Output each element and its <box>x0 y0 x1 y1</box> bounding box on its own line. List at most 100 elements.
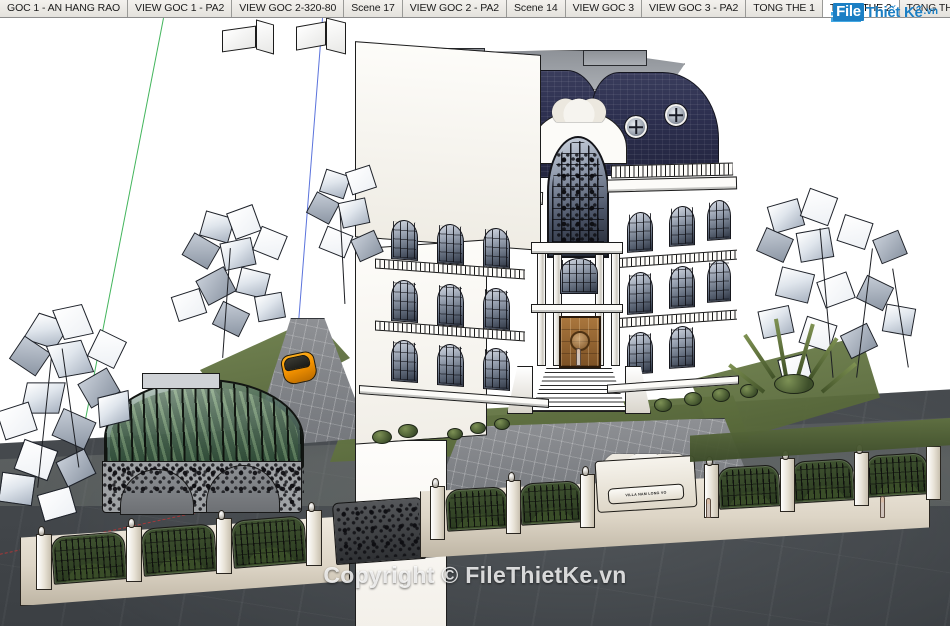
barrel-vault-roof <box>104 379 304 471</box>
pier-finial <box>128 518 135 528</box>
window <box>391 219 418 261</box>
scene-tab[interactable]: Scene 14 <box>507 0 566 17</box>
fence-panel <box>864 452 930 498</box>
human-scale-figure <box>706 498 711 518</box>
pier-finial <box>508 472 515 482</box>
fence-ironwork <box>447 489 507 529</box>
fence-panel <box>230 515 308 569</box>
fence-ironwork <box>867 455 927 495</box>
main-cornice <box>606 176 738 193</box>
pier-finial <box>432 478 439 488</box>
window <box>437 283 464 327</box>
window-mullions <box>439 225 462 263</box>
scene-tab[interactable]: Scene 17 <box>344 0 403 17</box>
vault-ridge-truss <box>142 373 220 389</box>
scene-tab-label: Scene 14 <box>514 2 558 15</box>
grand-arched-window <box>547 136 609 258</box>
wall-pier <box>926 446 941 500</box>
human-scale-figure <box>880 496 885 518</box>
window <box>437 223 464 265</box>
fence-ironwork <box>233 518 305 566</box>
shrub <box>447 428 463 440</box>
window-mullions <box>485 229 508 267</box>
shrub <box>654 398 672 412</box>
scene-tab-label: VIEW GOC 2 - PA2 <box>409 2 500 15</box>
scene-tab[interactable]: TONG THE 1 <box>746 0 823 17</box>
fence-panel <box>518 480 584 526</box>
fence-panel <box>790 458 856 504</box>
scene-tab-label: VIEW GOC 1 - PA2 <box>135 2 225 15</box>
window-mullions <box>629 273 651 313</box>
roof-parapet-right <box>583 50 647 66</box>
scene-tab[interactable]: VIEW GOC 3 - PA2 <box>642 0 747 17</box>
wall-pier <box>854 452 869 506</box>
window-mullions <box>439 285 462 325</box>
window <box>483 287 510 331</box>
facade-left-wing <box>355 41 541 251</box>
window-mullions <box>562 260 596 292</box>
oculus-window <box>664 103 688 127</box>
shrub <box>712 388 730 402</box>
scene-tab-label: GOC 1 - AN HANG RAO <box>7 2 121 15</box>
wrought-iron-grille <box>557 152 599 248</box>
gate-ironwork-ornament <box>336 501 422 561</box>
main-villa-building <box>355 41 745 626</box>
pier-finial <box>582 466 589 476</box>
window-mullions <box>671 207 693 245</box>
window-mullions <box>709 261 729 301</box>
shrub <box>740 384 758 398</box>
stray-component-d <box>326 18 346 55</box>
window-mullions <box>671 327 693 367</box>
shrub <box>372 430 392 444</box>
scene-tab[interactable]: VIEW GOC 2 - PA2 <box>402 0 508 17</box>
shrub <box>470 422 486 434</box>
window-mullions <box>393 281 416 321</box>
scene-tab-bar[interactable]: GOC 1 - AN HANG RAO VIEW GOC 1 - PA2 VIE… <box>0 0 950 18</box>
fence-ironwork <box>793 461 853 501</box>
center-fanlight-window <box>560 258 598 294</box>
window <box>627 211 653 253</box>
wall-pier <box>780 458 795 512</box>
wall-pier <box>430 486 445 540</box>
window <box>707 259 731 303</box>
window-mullions <box>629 213 651 251</box>
window-mullions <box>393 221 416 259</box>
stair-cheek-left <box>507 366 533 414</box>
scene-tab-label: VIEW GOC 3 - PA2 <box>649 2 739 15</box>
window <box>669 205 695 247</box>
scene-tab[interactable]: GOC 1 - AN HANG RAO <box>0 0 129 17</box>
logo-rest-text: Thiết Kế <box>865 3 923 21</box>
window <box>669 325 695 369</box>
wall-pier <box>506 480 521 534</box>
scene-tab-label: VIEW GOC 2-320-80 <box>239 2 337 15</box>
model-viewport[interactable]: VILLA NAM LONG VO <box>0 18 950 626</box>
window <box>483 227 510 269</box>
pier-finial <box>308 502 315 512</box>
scene-tab[interactable]: VIEW GOC 3 <box>565 0 643 17</box>
human-scale-figure <box>576 348 581 366</box>
fence-panel <box>444 486 510 532</box>
filethietke-logo: File Thiết Kế .vn <box>831 0 938 22</box>
window <box>437 343 464 387</box>
scene-tab[interactable]: VIEW GOC 1 - PA2 <box>128 0 233 17</box>
window-mullions <box>709 201 729 239</box>
scene-tab-label: TONG THE 1 <box>753 2 815 15</box>
stray-component-b <box>256 19 274 55</box>
pier-finial <box>218 510 225 520</box>
window-mullions <box>671 267 693 307</box>
shrub <box>684 392 702 406</box>
portico-architrave <box>531 304 623 313</box>
roof-crest-ornament <box>551 96 607 122</box>
window-mullions <box>485 349 508 389</box>
window <box>707 199 731 241</box>
iron-scrollwork-ornament <box>108 465 304 493</box>
fence-ironwork <box>521 483 581 523</box>
scene-tab[interactable]: VIEW GOC 2-320-80 <box>232 0 345 17</box>
fence-panel <box>716 464 782 510</box>
logo-vn-text: .vn <box>923 6 938 17</box>
window <box>483 347 510 391</box>
logo-file-text: File <box>833 3 864 21</box>
scene-tab-label: Scene 17 <box>351 2 395 15</box>
window-mullions <box>439 345 462 385</box>
gate-sign-text: VILLA NAM LONG VO <box>625 490 667 498</box>
